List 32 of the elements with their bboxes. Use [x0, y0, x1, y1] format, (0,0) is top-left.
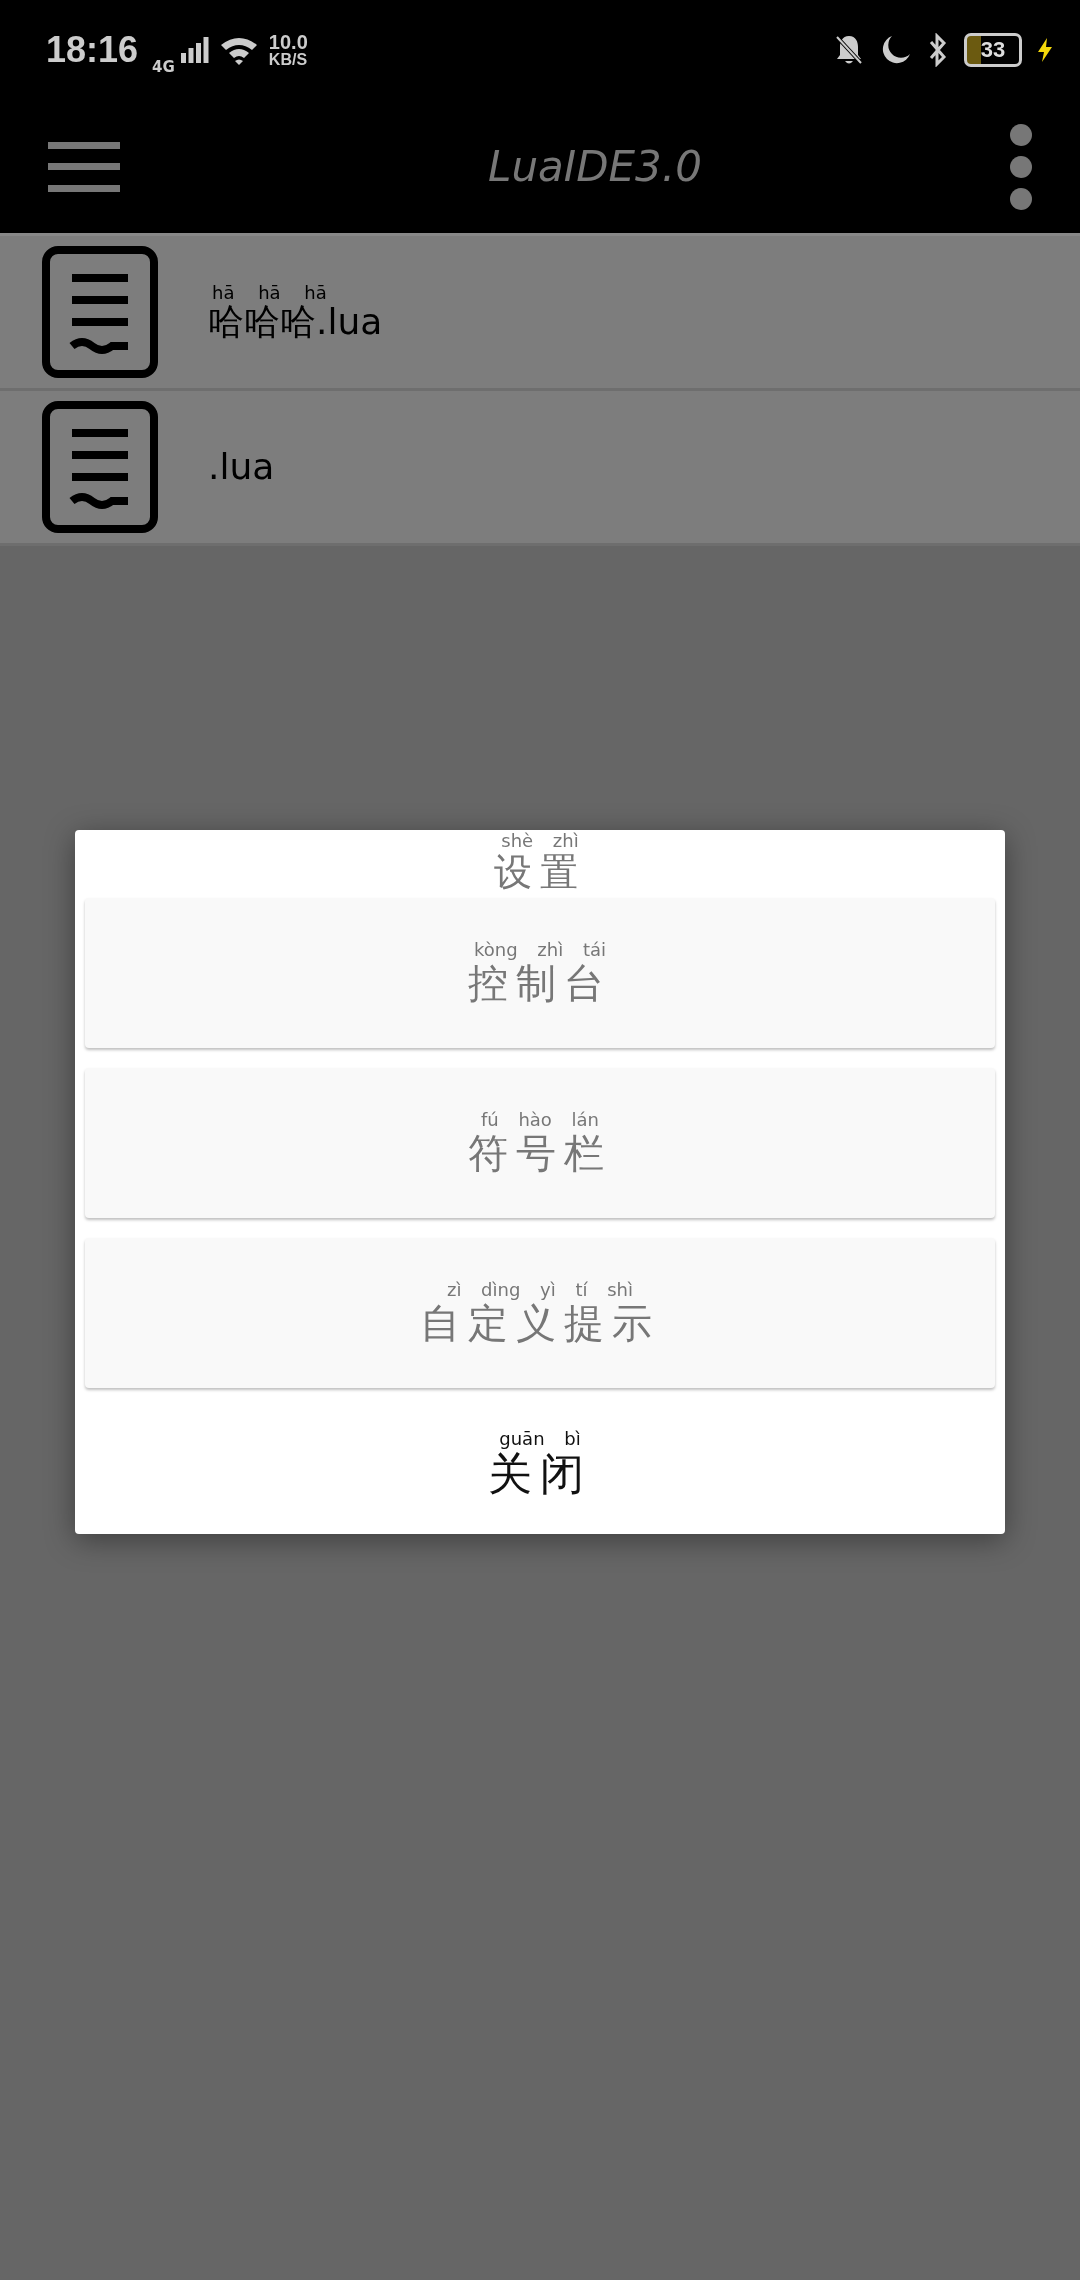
option-label: 自定义提示: [420, 1301, 660, 1345]
bluetooth-icon: [928, 33, 948, 67]
bell-off-icon: [834, 34, 864, 66]
moon-icon: [880, 34, 912, 66]
network-type: 4G: [152, 58, 175, 76]
pinyin-annotation: shè zhì: [501, 832, 579, 850]
file-name: 哈哈哈.lua: [208, 304, 383, 340]
file-row[interactable]: hā hā hā 哈哈哈.lua: [0, 236, 1080, 391]
pinyin-annotation: kòng zhì tái: [474, 941, 606, 959]
option-label: 控制台: [468, 961, 612, 1005]
pinyin-annotation: zì dìng yì tí shì: [446, 1281, 634, 1299]
signal-icon: [180, 37, 209, 63]
speed-value: 10.0: [268, 32, 308, 52]
app-title: LuaIDE3.0: [488, 142, 702, 191]
file-row[interactable]: .lua: [0, 391, 1080, 546]
option-button[interactable]: fú hào lán 符号栏: [85, 1068, 995, 1218]
pinyin-annotation: hā hā hā: [211, 284, 327, 302]
menu-icon[interactable]: [48, 141, 120, 192]
clock: 18:16: [46, 29, 139, 71]
option-button[interactable]: zì dìng yì tí shì 自定义提示: [85, 1238, 995, 1388]
pinyin-annotation: fú hào lán: [480, 1111, 600, 1129]
pinyin-annotation: guān bì: [499, 1429, 581, 1448]
close-label: 关闭: [488, 1449, 592, 1499]
battery-level: 33: [980, 37, 1006, 63]
option-button[interactable]: kòng zhì tái 控制台: [85, 898, 995, 1048]
document-icon: [42, 246, 158, 378]
speed-unit: KB/S: [268, 52, 308, 68]
option-label: 符号栏: [468, 1131, 612, 1175]
file-name: .lua: [208, 449, 275, 485]
document-icon: [42, 401, 158, 533]
dialog-title: 设置: [494, 852, 586, 894]
more-options-icon[interactable]: [1010, 123, 1032, 210]
